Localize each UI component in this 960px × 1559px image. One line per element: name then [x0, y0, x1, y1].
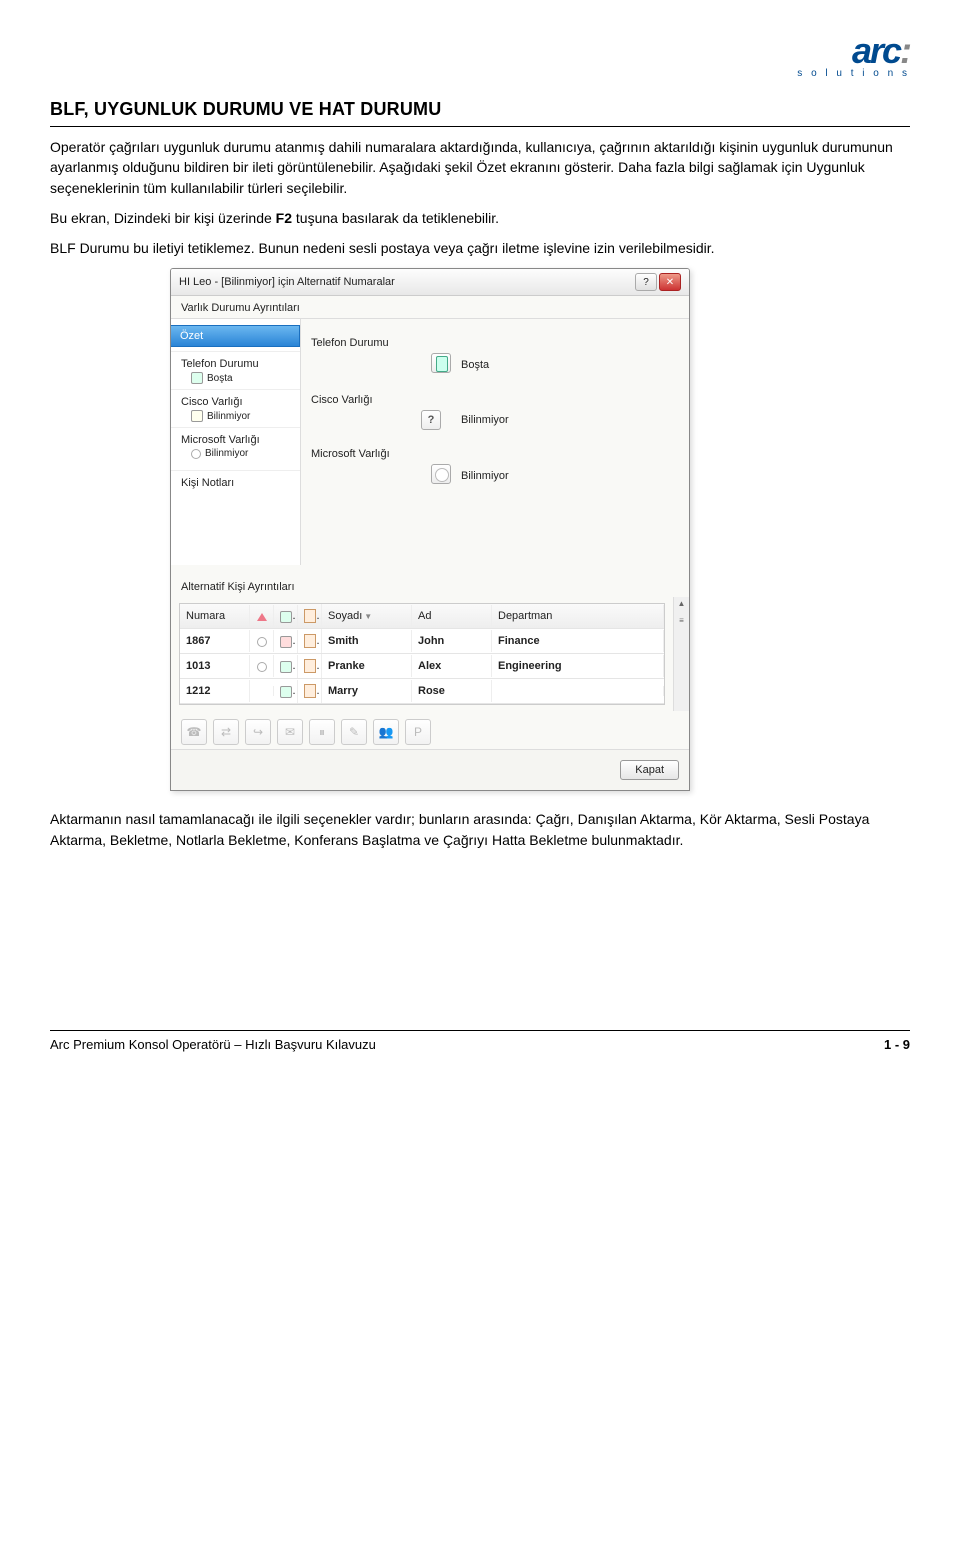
phone-icon	[191, 372, 203, 384]
microsoft-varligi-value: Bilinmiyor	[461, 470, 509, 482]
cell-num: 1013	[180, 655, 250, 677]
note-cell-icon	[304, 659, 316, 673]
detail-pane: Telefon Durumu Boşta Cisco Varlığı ? Bil…	[301, 319, 689, 565]
presence-cell-icon	[280, 686, 292, 698]
paragraph-3: BLF Durumu bu iletiyi tetiklemez. Bunun …	[50, 238, 910, 258]
table-row[interactable]: 1867 Smith John Finance	[180, 629, 664, 654]
footer-title: Arc Premium Konsol Operatörü – Hızlı Baş…	[50, 1037, 376, 1052]
cisco-varligi-value: Bilinmiyor	[461, 414, 509, 426]
paragraph-1: Operatör çağrıları uygunluk durumu atanm…	[50, 137, 910, 198]
tool-call-button[interactable]: ☎	[181, 719, 207, 745]
dialog-titlebar[interactable]: HI Leo - [Bilinmiyor] için Alternatif Nu…	[171, 269, 689, 296]
presence-section-label: Varlık Durumu Ayrıntıları	[171, 296, 689, 318]
cell-last: Marry	[322, 680, 412, 702]
cell-dept	[492, 686, 664, 696]
sidebar-item-telefon-durumu[interactable]: Telefon Durumu	[171, 351, 300, 371]
sidebar-sub-bosta: Boşta	[171, 371, 300, 385]
col-departman[interactable]: Departman	[492, 605, 664, 627]
col-numara[interactable]: Numara	[180, 605, 250, 627]
note-header-icon	[304, 609, 316, 623]
tool-consult-transfer-button[interactable]: ⇄	[213, 719, 239, 745]
tool-park-button[interactable]: P	[405, 719, 431, 745]
tool-blind-transfer-button[interactable]: ↪	[245, 719, 271, 745]
paragraph-2: Bu ekran, Dizindeki bir kişi üzerinde F2…	[50, 208, 910, 228]
telefon-durumu-value: Boşta	[461, 359, 489, 371]
sidebar-sub-cisco-bilinmiyor: Bilinmiyor	[171, 409, 300, 423]
table-row[interactable]: 1212 Marry Rose	[180, 679, 664, 704]
microsoft-varligi-label: Microsoft Varlığı	[311, 448, 421, 460]
presence-cell-icon	[280, 636, 292, 648]
sidebar-item-microsoft-varligi[interactable]: Microsoft Varlığı	[171, 427, 300, 447]
cell-dept: Finance	[492, 630, 664, 652]
dialog-window: HI Leo - [Bilinmiyor] için Alternatif Nu…	[170, 268, 690, 791]
brand-logo: arc: s o l u t i o n s	[50, 30, 910, 79]
page-title: BLF, UYGUNLUK DURUMU VE HAT DURUMU	[50, 99, 910, 120]
paragraph-2b: tuşuna basılarak da tetiklenebilir.	[292, 210, 499, 226]
tool-conference-button[interactable]: 👥	[373, 719, 399, 745]
paragraph-2a: Bu ekran, Dizindeki bir kişi üzerinde	[50, 210, 276, 226]
col-notes-icon[interactable]	[298, 604, 322, 628]
paragraph-2-bold: F2	[276, 210, 292, 226]
table-header-row: Numara Soyadı▼ Ad Departman	[180, 604, 664, 629]
tool-hold-notes-button[interactable]: ✎	[341, 719, 367, 745]
logo-text: arc	[852, 30, 900, 71]
footer-page-number: 1 - 9	[884, 1037, 910, 1052]
cell-first: Rose	[412, 680, 492, 702]
cell-last: Pranke	[322, 655, 412, 677]
col-ad[interactable]: Ad	[412, 605, 492, 627]
sidebar-item-cisco-varligi[interactable]: Cisco Varlığı	[171, 389, 300, 409]
unknown-icon: ?	[421, 410, 441, 430]
col-presence-icon[interactable]	[274, 605, 298, 627]
cell-num: 1212	[180, 680, 250, 702]
tool-hold-button[interactable]: ⏸	[309, 719, 335, 745]
telefon-durumu-label: Telefon Durumu	[311, 337, 421, 349]
paragraph-4: Aktarmanın nasıl tamamlanacağı ile ilgil…	[50, 809, 910, 850]
tool-voicemail-button[interactable]: ✉	[277, 719, 303, 745]
cell-dept: Engineering	[492, 655, 664, 677]
table-row[interactable]: 1013 Pranke Alex Engineering	[180, 654, 664, 679]
circle-icon	[191, 449, 201, 459]
triangle-icon	[257, 613, 267, 621]
sidebar-item-kisi-notlari[interactable]: Kişi Notları	[171, 470, 300, 490]
kapat-button[interactable]: Kapat	[620, 760, 679, 780]
ms-status-icon	[431, 464, 451, 484]
help-button[interactable]: ?	[635, 273, 657, 291]
cell-first: Alex	[412, 655, 492, 677]
table-scrollbar[interactable]: ▲≡	[673, 597, 689, 711]
sidebar-item-ozet[interactable]: Özet	[170, 325, 300, 347]
note-cell-icon	[304, 634, 316, 648]
status-dot-icon	[257, 662, 267, 672]
sort-desc-icon: ▼	[364, 612, 372, 621]
dialog-sidebar: Özet Telefon Durumu Boşta Cisco Varlığı …	[171, 319, 301, 565]
phone-status-icon	[431, 353, 451, 373]
presence-header-icon	[280, 611, 292, 623]
cell-last: Smith	[322, 630, 412, 652]
page-footer: Arc Premium Konsol Operatörü – Hızlı Baş…	[50, 1030, 910, 1052]
presence-cell-icon	[280, 661, 292, 673]
section-divider	[50, 126, 910, 127]
cisco-varligi-label: Cisco Varlığı	[311, 394, 421, 406]
cell-num: 1867	[180, 630, 250, 652]
logo-subtext: s o l u t i o n s	[797, 68, 910, 79]
note-cell-icon	[304, 684, 316, 698]
col-soyadi[interactable]: Soyadı▼	[322, 605, 412, 627]
close-window-button[interactable]: ✕	[659, 273, 681, 291]
sidebar-sub-ms-bilinmiyor: Bilinmiyor	[171, 447, 300, 460]
cell-first: John	[412, 630, 492, 652]
alt-contacts-section-label: Alternatif Kişi Ayrıntıları	[171, 565, 689, 597]
dialog-title: HI Leo - [Bilinmiyor] için Alternatif Nu…	[179, 276, 635, 288]
question-icon	[191, 410, 203, 422]
col-status-icon[interactable]	[250, 605, 274, 627]
status-dot-icon	[257, 637, 267, 647]
scroll-up-icon: ▲	[678, 599, 686, 608]
dialog-toolbar: ☎ ⇄ ↪ ✉ ⏸ ✎ 👥 P	[171, 711, 689, 749]
alt-contacts-table: Numara Soyadı▼ Ad Departman 1867 Smith J…	[179, 603, 665, 705]
